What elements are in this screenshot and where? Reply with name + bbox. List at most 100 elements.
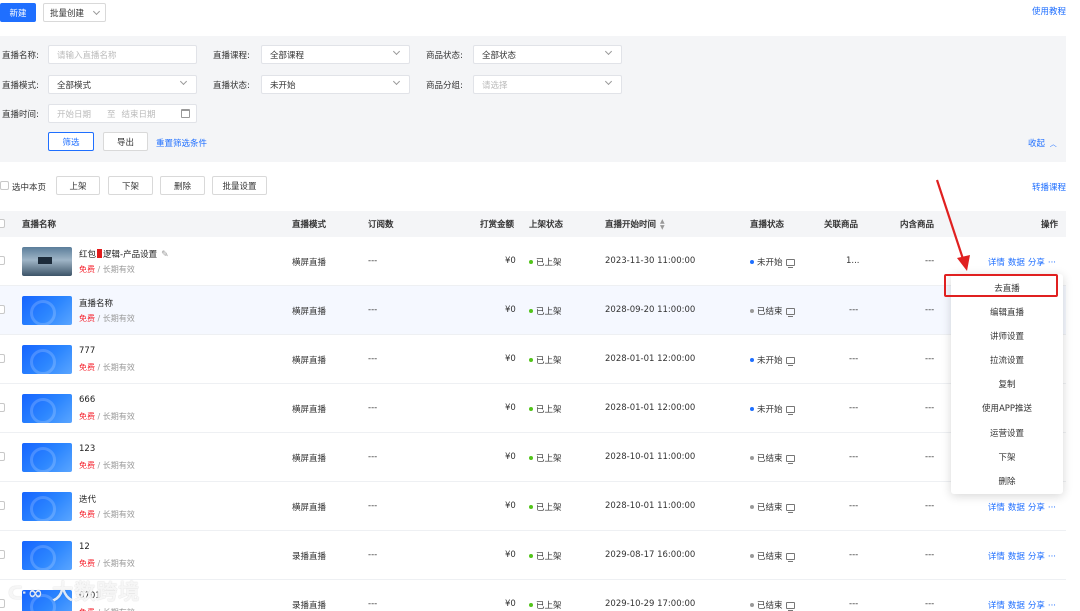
row-checkbox[interactable]: [0, 452, 5, 461]
reset-filters-link[interactable]: 重置筛选条件: [156, 137, 207, 149]
row-checkbox[interactable]: [0, 256, 5, 265]
detail-link[interactable]: 详情: [988, 552, 1005, 562]
edit-icon[interactable]: ✎: [161, 250, 169, 260]
table-row[interactable]: 0701 免费 / 长期有效 录播直播 --- ¥0 已上架 2029-10-2…: [0, 580, 1066, 611]
live-name-label: 直播名称:: [2, 51, 39, 61]
share-link[interactable]: 分享: [1028, 503, 1045, 513]
share-link[interactable]: 分享: [1028, 258, 1045, 268]
start-time: 2028-10-01 11:00:00: [605, 452, 696, 462]
live-name[interactable]: 777: [79, 346, 95, 356]
live-status-select[interactable]: 未开始: [261, 75, 410, 94]
live-cover-image: [22, 443, 72, 472]
share-link[interactable]: 分享: [1028, 552, 1045, 562]
table-row[interactable]: 直播名称 免费 / 长期有效 横屏直播 --- ¥0 已上架 2028-09-2…: [0, 286, 1066, 335]
transfer-course-link[interactable]: 转播课程: [1032, 181, 1066, 193]
date-range-picker[interactable]: 开始日期 至 结束日期: [48, 104, 197, 123]
price-free: 免费: [79, 314, 95, 323]
select-page-checkbox[interactable]: [0, 181, 9, 190]
live-mode: 录播直播: [292, 552, 327, 562]
menu-item-pull-stream-settings[interactable]: 拉流设置: [951, 354, 1063, 366]
related-products: ---: [849, 403, 859, 413]
row-checkbox[interactable]: [0, 599, 5, 608]
shelf-status: 已上架: [529, 550, 562, 562]
live-name[interactable]: 红包 逻辑-产品设置 ✎: [79, 248, 169, 260]
more-icon[interactable]: ···: [1048, 503, 1056, 513]
batch-settings-button[interactable]: 批量设置: [212, 176, 267, 195]
menu-item-lecturer-settings[interactable]: 讲师设置: [951, 330, 1063, 342]
menu-item-copy[interactable]: 复制: [951, 378, 1063, 390]
menu-item-delete[interactable]: 删除: [951, 475, 1063, 487]
inner-products: ---: [925, 501, 935, 511]
data-link[interactable]: 数据: [1008, 258, 1025, 268]
select-all-checkbox[interactable]: [0, 219, 5, 228]
menu-item-take-down[interactable]: 下架: [951, 451, 1063, 463]
menu-item-operation-settings[interactable]: 运营设置: [951, 427, 1063, 439]
col-header-start-time[interactable]: 直播开始时间 ▲ ▼: [605, 218, 665, 231]
detail-link[interactable]: 详情: [988, 601, 1005, 611]
row-checkbox[interactable]: [0, 501, 5, 510]
table-row[interactable]: 迭代 免费 / 长期有效 横屏直播 --- ¥0 已上架 2028-10-01 …: [0, 482, 1066, 531]
row-actions: 详情 数据 分享 ···: [985, 501, 1056, 513]
table-row[interactable]: 666 免费 / 长期有效 横屏直播 --- ¥0 已上架 2028-01-01…: [0, 384, 1066, 433]
shelf-status: 已上架: [529, 305, 562, 317]
shelf-status-label: 已上架: [536, 503, 562, 513]
watermark-text: 大数跨境: [52, 580, 141, 604]
live-name[interactable]: 迭代: [79, 493, 96, 505]
detail-link[interactable]: 详情: [988, 258, 1005, 268]
subscriptions: ---: [368, 452, 378, 462]
batch-create-dropdown[interactable]: 批量创建: [43, 3, 106, 22]
live-course-select[interactable]: 全部课程: [261, 45, 410, 64]
table-row[interactable]: 12 免费 / 长期有效 录播直播 --- ¥0 已上架 2029-08-17 …: [0, 531, 1066, 580]
table-row[interactable]: 红包 逻辑-产品设置 ✎ 免费 / 长期有效 横屏直播 --- ¥0 已上架 202…: [0, 237, 1066, 286]
menu-item-app-push[interactable]: 使用APP推送: [951, 402, 1063, 414]
table-row[interactable]: 777 免费 / 长期有效 横屏直播 --- ¥0 已上架 2028-01-01…: [0, 335, 1066, 384]
data-link[interactable]: 数据: [1008, 601, 1025, 611]
subscriptions: ---: [368, 305, 378, 315]
row-checkbox[interactable]: [0, 550, 5, 559]
on-shelf-button[interactable]: 上架: [56, 176, 100, 195]
live-name[interactable]: 666: [79, 395, 95, 405]
more-icon[interactable]: ···: [1048, 601, 1056, 611]
status-dot: [750, 603, 754, 607]
export-button[interactable]: 导出: [103, 132, 148, 151]
live-name-input[interactable]: 请输入直播名称: [48, 45, 197, 64]
col-header-shelf-status: 上架状态: [529, 220, 564, 230]
related-products[interactable]: 1...: [846, 256, 860, 266]
live-status: 未开始: [750, 354, 795, 366]
price-info: 免费 / 长期有效: [79, 607, 135, 611]
related-products: ---: [849, 550, 859, 560]
table-row[interactable]: 123 免费 / 长期有效 横屏直播 --- ¥0 已上架 2028-10-01…: [0, 433, 1066, 482]
live-mode-select[interactable]: 全部模式: [48, 75, 197, 94]
more-icon[interactable]: ···: [1048, 552, 1056, 562]
row-checkbox[interactable]: [0, 354, 5, 363]
start-time: 2028-09-20 11:00:00: [605, 305, 696, 315]
filter-button[interactable]: 筛选: [48, 132, 94, 151]
start-time: 2028-10-01 11:00:00: [605, 501, 696, 511]
new-button[interactable]: 新建: [0, 3, 36, 22]
data-link[interactable]: 数据: [1008, 552, 1025, 562]
monitor-icon: [785, 357, 795, 366]
delete-button[interactable]: 删除: [160, 176, 205, 195]
off-shelf-button[interactable]: 下架: [108, 176, 153, 195]
row-checkbox[interactable]: [0, 403, 5, 412]
data-link[interactable]: 数据: [1008, 503, 1025, 513]
product-status-select[interactable]: 全部状态: [473, 45, 622, 64]
row-checkbox[interactable]: [0, 305, 5, 314]
live-name[interactable]: 直播名称: [79, 297, 113, 309]
live-status: 已结束: [750, 550, 795, 562]
live-name[interactable]: 123: [79, 444, 95, 454]
detail-link[interactable]: 详情: [988, 503, 1005, 513]
share-link[interactable]: 分享: [1028, 601, 1045, 611]
live-mode: 横屏直播: [292, 454, 327, 464]
more-icon[interactable]: ···: [1048, 258, 1056, 268]
price-separator: /: [95, 510, 103, 519]
product-group-select[interactable]: 请选择: [473, 75, 622, 94]
inner-products: ---: [925, 550, 935, 560]
menu-item-edit-live[interactable]: 编辑直播: [951, 306, 1063, 318]
annotation-arrow-icon: [935, 179, 970, 271]
collapse-link[interactable]: 收起 ︿: [1028, 137, 1057, 149]
live-name[interactable]: 12: [79, 542, 90, 552]
inner-products: ---: [925, 305, 935, 315]
tutorial-link[interactable]: 使用教程: [1032, 5, 1066, 17]
live-status: 未开始: [750, 403, 795, 415]
